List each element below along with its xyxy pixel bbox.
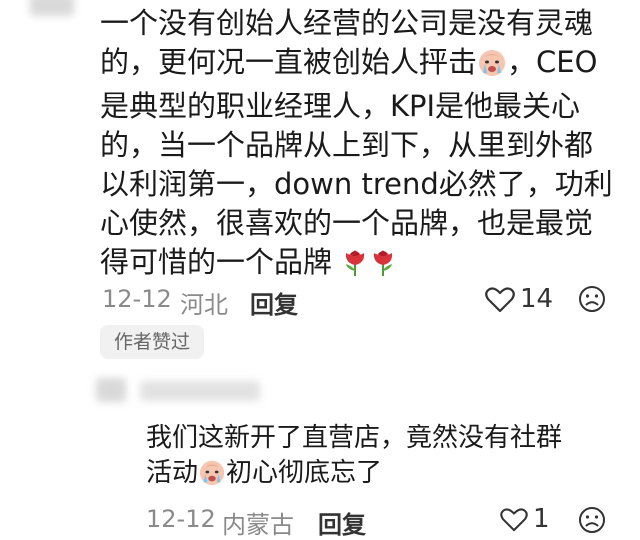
crying-face-emoji <box>198 458 226 496</box>
comment-line-2: 的，更何况一直被创始人抨击 ，CEO <box>100 43 620 87</box>
reply-avatar-blurred[interactable] <box>96 378 126 402</box>
reply-location: 内蒙古 <box>222 511 294 539</box>
reply-line-1: 我们这新开了直营店，竟然没有社群 <box>146 423 563 453</box>
comment-line-7: 得可惜的一个品牌 <box>100 243 620 287</box>
reply-like-count: 1 <box>533 504 550 534</box>
unhappy-face-icon[interactable] <box>578 285 606 317</box>
comment-date: 12-12 <box>102 285 172 313</box>
comment-line-1: 一个没有创始人经营的公司是没有灵魂 <box>100 6 594 40</box>
crying-face-emoji <box>477 47 507 87</box>
rose-emoji <box>341 245 369 287</box>
unhappy-face-icon[interactable] <box>578 506 606 538</box>
reply-line-2: 活动 初心彻底忘了 <box>146 456 626 496</box>
comment-line-4: 的，当一个品牌从上到下，从里到外都 <box>100 128 594 162</box>
reply-reply-button[interactable]: 回复 <box>318 505 366 540</box>
reply-date: 12-12 <box>146 505 216 533</box>
blurred-avatar[interactable] <box>30 0 74 16</box>
comment-body: 一个没有创始人经营的公司是没有灵魂 的，更何况一直被创始人抨击 ，CEO 是典型… <box>100 4 620 287</box>
heart-outline-icon[interactable] <box>500 508 528 536</box>
comment-line-3: 是典型的职业经理人，KPI是他最关心 <box>100 89 581 123</box>
author-liked-badge: 作者赞过 <box>100 325 204 359</box>
comment-reply-button[interactable]: 回复 <box>250 285 298 320</box>
comment-location: 河北 <box>180 291 228 319</box>
comment-line-5: 以利润第一，down trend必然了，功利 <box>100 167 613 201</box>
reply-body: 我们这新开了直营店，竟然没有社群 活动 初心彻底忘了 <box>146 421 626 496</box>
heart-outline-icon[interactable] <box>485 287 515 317</box>
reply-username-blurred <box>140 381 260 401</box>
comment-line-6: 心使然，很喜欢的一个品牌，也是最觉 <box>100 206 594 240</box>
rose-emoji <box>369 245 397 287</box>
comment-like-count: 14 <box>520 284 554 314</box>
